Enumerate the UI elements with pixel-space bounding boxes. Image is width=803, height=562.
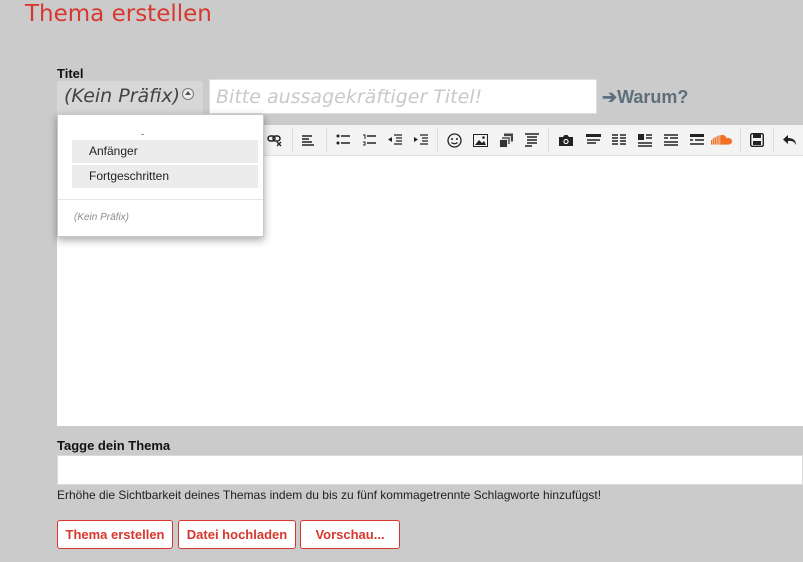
prefix-selector[interactable]: (Kein Präfix)	[57, 81, 203, 114]
numbered-list-icon[interactable]	[358, 130, 380, 150]
prefix-option-fortgeschritten[interactable]: Fortgeschritten	[72, 165, 258, 188]
save-icon[interactable]	[746, 130, 768, 150]
prefix-option-none[interactable]: (Kein Präfix)	[74, 212, 129, 223]
tags-input[interactable]	[57, 455, 803, 485]
chevron-up-icon	[182, 88, 195, 100]
media-icon[interactable]	[495, 130, 517, 150]
php-icon[interactable]	[608, 130, 630, 150]
spoiler-icon[interactable]	[660, 130, 682, 150]
code-icon[interactable]	[582, 130, 604, 150]
tags-label: Tagge dein Thema	[57, 438, 171, 453]
table-icon[interactable]	[686, 130, 708, 150]
title-label: Titel	[57, 66, 84, 81]
bullet-list-icon[interactable]	[332, 130, 354, 150]
page-title: Thema erstellen	[25, 1, 212, 27]
quote-icon[interactable]	[521, 130, 543, 150]
camera-icon[interactable]	[555, 130, 577, 150]
prefix-dropdown: Anfänger Fortgeschritten (Kein Präfix)	[57, 114, 264, 237]
html-icon[interactable]	[634, 130, 656, 150]
smiley-icon[interactable]	[443, 130, 465, 150]
prefix-option-anfaenger[interactable]: Anfänger	[72, 140, 258, 163]
prefix-selected-value: (Kein Präfix)	[64, 85, 181, 107]
align-left-icon[interactable]	[297, 130, 319, 150]
unlink-icon[interactable]	[264, 130, 286, 150]
tags-hint: Erhöhe die Sichtbarkeit deines Themas in…	[57, 488, 602, 502]
title-input[interactable]	[209, 79, 597, 114]
create-thread-button[interactable]: Thema erstellen	[57, 520, 173, 549]
preview-button[interactable]: Vorschau...	[300, 520, 400, 549]
upload-file-button[interactable]: Datei hochladen	[178, 520, 296, 549]
image-icon[interactable]	[469, 130, 491, 150]
indent-icon[interactable]	[410, 130, 432, 150]
undo-icon[interactable]	[779, 130, 801, 150]
outdent-icon[interactable]	[384, 130, 406, 150]
soundcloud-icon[interactable]	[711, 130, 733, 150]
why-link[interactable]: ➔Warum?	[602, 87, 688, 108]
